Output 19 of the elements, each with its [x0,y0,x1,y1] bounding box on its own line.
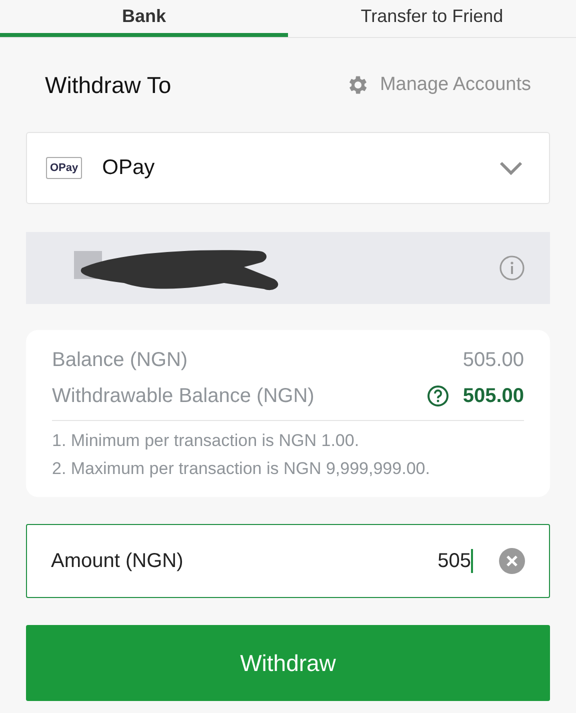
balance-label: Withdrawable Balance (NGN) [52,384,314,408]
help-icon [426,385,449,407]
bank-logo: OPay [46,157,82,179]
limit-note: 2. Maximum per transaction is NGN 9,999,999.00. [52,458,431,480]
withdraw-button[interactable]: Withdraw [26,625,550,701]
balance-value: 505.00 [462,384,524,408]
balance-label: Balance (NGN) [52,348,188,372]
tab[interactable]: Bank [0,0,288,37]
section-title: Withdraw To [45,72,172,98]
amount-field[interactable]: Amount (NGN) 505 [26,524,550,598]
balance-value: 505.00 [462,348,524,372]
chevron-down-icon [499,161,523,175]
clear-icon [499,548,525,574]
info-icon [499,255,525,281]
limit-note: 1. Minimum per transaction is NGN 1.00. [52,430,360,452]
bank-name: OPay [102,156,156,180]
tab[interactable]: Transfer to Friend [288,0,576,37]
bank-dropdown[interactable]: OPay OPay [26,132,550,204]
account-field[interactable] [26,232,550,304]
